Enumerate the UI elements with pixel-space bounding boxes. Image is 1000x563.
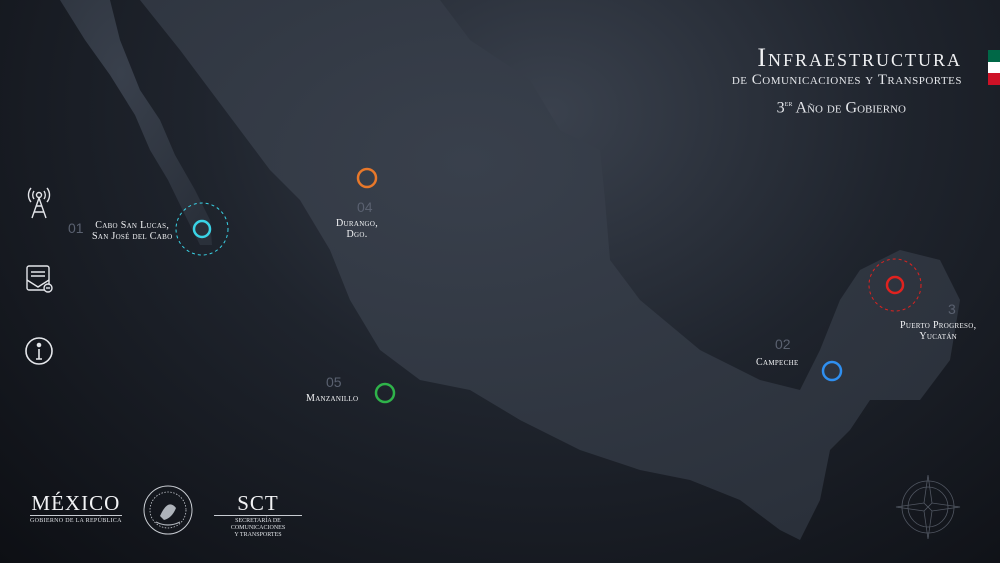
national-seal-icon [143,485,193,535]
page-subtitle: de Comunicaciones y Transportes [731,72,962,88]
marker-cabo[interactable] [192,219,212,239]
marker-number: 05 [326,374,342,390]
page-title: Infraestructura [757,43,962,72]
year-label: 3er Año de Gobierno [776,98,906,117]
compass-rose-icon [895,474,961,540]
marker-label-durango[interactable]: Durango, Dgo. [336,218,378,240]
marker-progreso[interactable] [885,275,905,295]
marker-manzanillo[interactable] [374,382,396,404]
marker-label-campeche[interactable]: Campeche [756,357,799,368]
title-block: Infraestructura de Comunicaciones y Tran… [732,44,962,117]
marker-number: 01 [68,220,84,236]
mexico-government-logo: MÉXICO GOBIERNO DE LA REPÚBLICA [30,491,122,524]
marker-label-manzanillo[interactable]: Manzanillo [306,393,358,404]
marker-durango[interactable] [356,167,378,189]
antenna-tower-icon[interactable] [22,186,56,220]
mail-document-icon[interactable] [22,262,56,296]
marker-number: 04 [357,199,373,215]
mexico-flag-icon [988,50,1000,85]
info-icon[interactable] [22,334,56,368]
marker-label-cabo[interactable]: Cabo San Lucas, San José del Cabo [92,220,172,242]
marker-label-progreso[interactable]: Puerto Progreso, Yucatán [900,320,976,342]
marker-number: 3 [948,301,956,317]
marker-campeche[interactable] [821,360,843,382]
marker-number: 02 [775,336,791,352]
sct-logo: SCT SECRETARÍA DE COMUNICACIONES Y TRANS… [214,492,302,539]
